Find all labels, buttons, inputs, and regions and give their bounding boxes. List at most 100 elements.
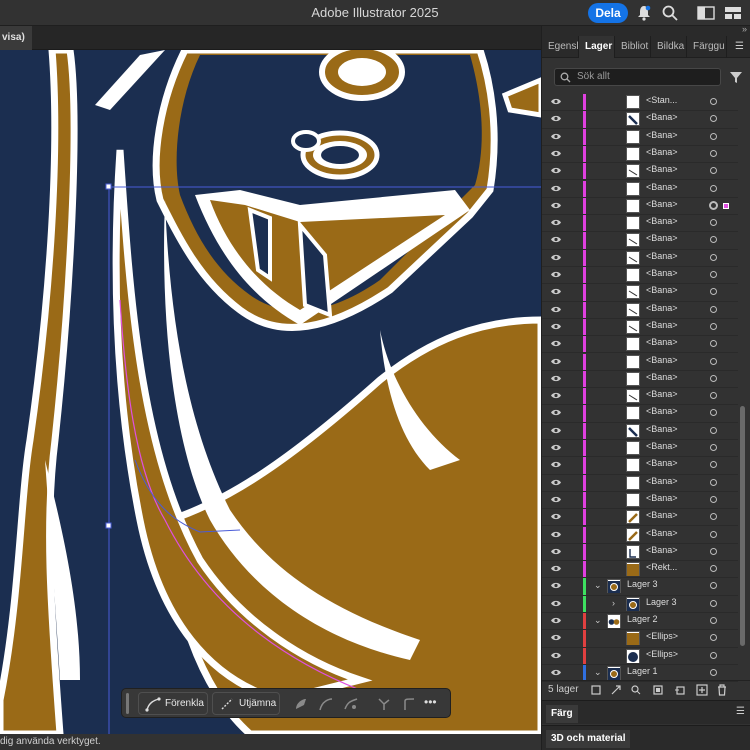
tab-properties[interactable]: Egensk xyxy=(542,36,579,58)
layer-name[interactable]: <Bana> xyxy=(646,406,678,416)
visibility-eye-icon[interactable] xyxy=(550,270,562,279)
visibility-eye-icon[interactable] xyxy=(550,408,562,417)
new-sublayer-icon[interactable] xyxy=(674,684,686,696)
visibility-eye-icon[interactable] xyxy=(550,651,562,660)
visibility-eye-icon[interactable] xyxy=(550,633,562,642)
layer-row[interactable]: <Bana> xyxy=(542,111,738,129)
target-circle-icon[interactable] xyxy=(710,634,717,642)
layer-row[interactable]: <Bana> xyxy=(542,353,738,371)
visibility-eye-icon[interactable] xyxy=(550,547,562,556)
visibility-eye-icon[interactable] xyxy=(550,339,562,348)
layer-row[interactable]: <Ellips> xyxy=(542,647,738,665)
visibility-eye-icon[interactable] xyxy=(550,357,562,366)
visibility-eye-icon[interactable] xyxy=(550,149,562,158)
tab-image-trace[interactable]: Bildka xyxy=(651,36,687,58)
expand-chevron-icon[interactable]: ⌄ xyxy=(594,580,602,591)
target-circle-icon[interactable] xyxy=(710,253,717,261)
layer-name[interactable]: <Bana> xyxy=(646,251,678,261)
blob-brush-icon[interactable] xyxy=(292,695,310,713)
corner-icon[interactable] xyxy=(400,695,418,713)
layer-name[interactable]: <Bana> xyxy=(646,199,678,209)
new-layer-icon[interactable] xyxy=(696,684,708,696)
layers-search-input[interactable]: Sök allt xyxy=(554,68,721,86)
target-circle-icon[interactable] xyxy=(710,426,717,434)
layer-name[interactable]: <Bana> xyxy=(646,182,678,192)
expand-chevron-icon[interactable]: ⌄ xyxy=(594,615,602,626)
layer-name[interactable]: <Bana> xyxy=(646,285,678,295)
layer-row[interactable]: › Lager 3 xyxy=(542,595,738,613)
layer-name[interactable]: <Rekt... xyxy=(646,562,677,572)
material-panel-header[interactable]: 3D och material xyxy=(542,725,750,750)
layer-name[interactable]: <Bana> xyxy=(646,372,678,382)
visibility-eye-icon[interactable] xyxy=(550,253,562,262)
arrange-panels-icon[interactable] xyxy=(724,4,742,22)
layer-row[interactable]: <Bana> xyxy=(542,405,738,423)
layer-name[interactable]: <Stan... xyxy=(646,95,677,105)
layer-name[interactable]: <Bana> xyxy=(646,216,678,226)
layer-row[interactable]: <Bana> xyxy=(542,197,738,216)
collapse-icon[interactable]: » xyxy=(742,24,747,34)
panel-menu-icon[interactable]: ☰ xyxy=(735,41,744,52)
layer-row[interactable]: <Bana> xyxy=(542,526,738,544)
layer-row[interactable]: <Bana> xyxy=(542,145,738,164)
target-circle-icon[interactable] xyxy=(710,219,717,227)
curve-icon[interactable] xyxy=(317,695,335,713)
layer-name[interactable]: <Bana> xyxy=(646,337,678,347)
target-circle-icon[interactable] xyxy=(710,392,717,400)
artboard-collect-icon[interactable] xyxy=(590,684,602,696)
scrollbar-thumb[interactable] xyxy=(740,406,745,646)
layer-name[interactable]: <Bana> xyxy=(646,147,678,157)
layer-row[interactable]: <Bana> xyxy=(542,422,738,440)
layer-name[interactable]: Lager 1 xyxy=(627,666,658,676)
document-tab[interactable]: visa) xyxy=(0,26,32,50)
visibility-eye-icon[interactable] xyxy=(550,530,562,539)
target-circle-icon[interactable] xyxy=(710,322,717,330)
layer-row[interactable]: <Bana> xyxy=(542,336,738,354)
layer-row[interactable]: <Bana> xyxy=(542,128,738,146)
share-button[interactable]: Dela xyxy=(588,3,628,23)
layer-row[interactable]: <Bana> xyxy=(542,215,738,233)
layer-name[interactable]: <Bana> xyxy=(646,476,678,486)
collapse-chevron-icon[interactable]: › xyxy=(612,598,615,608)
layer-name[interactable]: <Bana> xyxy=(646,233,678,243)
visibility-eye-icon[interactable] xyxy=(550,305,562,314)
color-panel-header[interactable]: Färg ☰ xyxy=(542,700,750,724)
visibility-eye-icon[interactable] xyxy=(550,564,562,573)
target-circle-icon[interactable] xyxy=(710,513,717,521)
visibility-eye-icon[interactable] xyxy=(550,166,562,175)
smooth-button[interactable]: Utjämna xyxy=(212,692,280,715)
clipping-mask-icon[interactable] xyxy=(652,684,664,696)
layer-name[interactable]: <Bana> xyxy=(646,424,678,434)
target-circle-icon[interactable] xyxy=(710,599,717,607)
tab-libraries[interactable]: Bibliot xyxy=(615,36,651,58)
drag-handle[interactable] xyxy=(126,693,129,714)
workspace-icon[interactable] xyxy=(697,4,715,22)
visibility-eye-icon[interactable] xyxy=(550,478,562,487)
visibility-eye-icon[interactable] xyxy=(550,426,562,435)
layer-name[interactable]: <Bana> xyxy=(646,528,678,538)
target-circle-icon[interactable] xyxy=(710,461,717,469)
target-circle-icon[interactable] xyxy=(710,149,717,157)
visibility-eye-icon[interactable] xyxy=(550,287,562,296)
target-circle-icon[interactable] xyxy=(710,530,717,538)
visibility-eye-icon[interactable] xyxy=(550,668,562,677)
visibility-eye-icon[interactable] xyxy=(550,184,562,193)
target-circle-icon[interactable] xyxy=(710,495,717,503)
trash-icon[interactable] xyxy=(716,684,728,696)
layer-row[interactable]: <Bana> xyxy=(542,509,738,527)
visibility-eye-icon[interactable] xyxy=(550,322,562,331)
target-circle-icon[interactable] xyxy=(709,200,718,210)
layer-row[interactable]: <Bana> xyxy=(542,388,738,406)
target-circle-icon[interactable] xyxy=(710,305,717,313)
layer-row[interactable]: <Bana> xyxy=(542,457,738,475)
layer-name[interactable]: <Bana> xyxy=(646,164,678,174)
layer-row[interactable]: <Stan... xyxy=(542,94,738,112)
visibility-eye-icon[interactable] xyxy=(550,495,562,504)
layer-row[interactable]: ⌄ Lager 2 xyxy=(542,613,738,631)
layer-name[interactable]: <Bana> xyxy=(646,389,678,399)
target-circle-icon[interactable] xyxy=(710,115,717,123)
tab-3d-material[interactable]: 3D och material xyxy=(546,730,631,748)
layer-row[interactable]: <Bana> xyxy=(542,267,738,285)
target-circle-icon[interactable] xyxy=(710,98,717,105)
visibility-eye-icon[interactable] xyxy=(550,235,562,244)
